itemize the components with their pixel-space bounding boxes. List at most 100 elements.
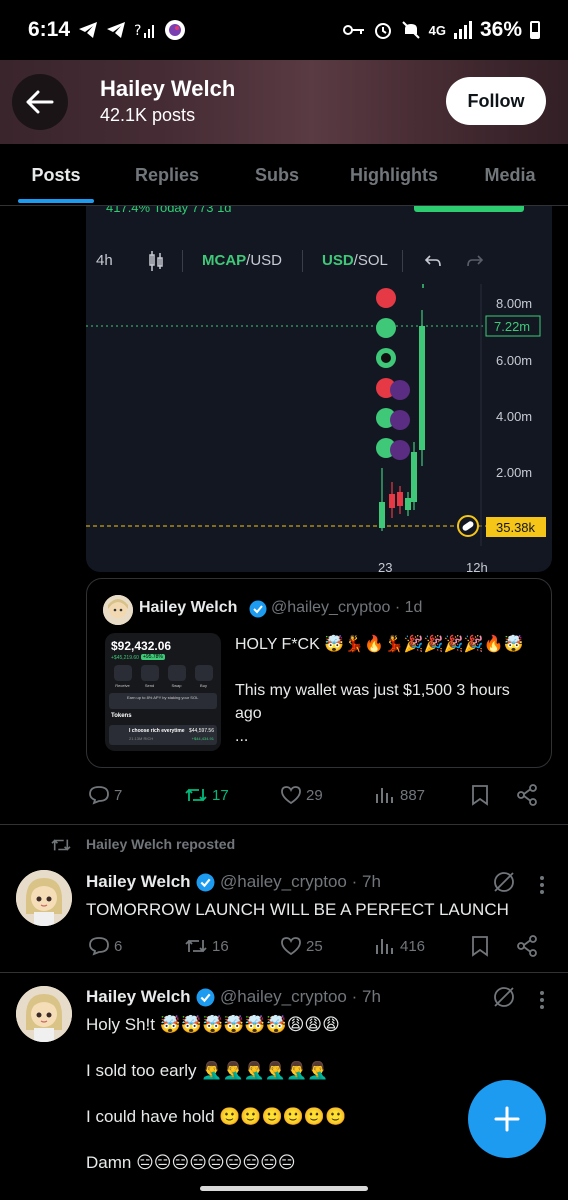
plus-icon [494,1106,520,1132]
wallet-action-label: Receive [115,683,130,688]
quoted-post-text: HOLY F*CK 🤯💃🔥💃🎉🎉🎉🎉🔥🤯 This my wallet was … [235,633,535,748]
battery-percent: 36% [479,18,522,41]
author-name[interactable]: Hailey Welch [86,987,191,1007]
views-count: 887 [400,786,426,804]
post-text: TOMORROW LAUNCH WILL BE A PERFECT LAUNCH [86,900,509,919]
active-tab-indicator [18,199,94,203]
like-button[interactable]: 25 [280,936,323,956]
reply-count: 6 [114,937,123,955]
compose-post-button[interactable] [468,1080,546,1158]
wallet-total: $92,432.06 [111,639,172,653]
share-icon[interactable] [516,784,538,806]
avatar[interactable] [103,595,133,625]
wallet-promo: Earn up to 8% APY by staking your SOL [109,693,217,709]
chef-hat-marker-icon [376,288,396,308]
x-tick: 23 [378,560,392,572]
quoted-post-line: This my wallet was just $1,500 3 hours a… [235,682,510,722]
share-icon[interactable] [516,935,538,957]
candle-body [389,494,395,508]
like-button[interactable]: 29 [280,785,323,805]
network-type: 4G [428,22,446,38]
wallet-action: Receive [113,665,132,688]
candle-body [419,326,425,450]
tab-media[interactable]: Media [474,144,546,206]
signal-question-icon: ? [134,23,155,39]
candle-body [405,498,411,510]
wallet-action: Send [140,665,159,688]
tab-replies[interactable]: Replies [126,144,208,206]
key-icon [342,25,364,35]
heart-icon [281,786,301,805]
wallet-token-change: +$44,434.91 [191,736,214,741]
signal-icon [453,21,472,39]
price-tick: 6.00m [496,353,532,368]
wallet-action: Buy [194,665,213,688]
repost-button[interactable]: 17 [184,785,229,805]
avatar-illustration [16,986,72,1042]
quoted-post-line: HOLY F*CK 🤯💃🔥💃🎉🎉🎉🎉🔥🤯 [235,636,524,653]
status-time: 6:14 [28,18,71,41]
views-count: 416 [400,937,426,955]
post-text: Holy Sh!t 🤯🤯🤯🤯🤯🤯😩😩😩 I sold too early 🤦‍♂… [86,1013,526,1174]
candle-body [379,502,385,528]
repost-button[interactable]: 16 [184,936,229,956]
quoted-author-name[interactable]: Hailey Welch [139,599,237,617]
dot-marker-center [381,353,391,363]
post-actions: 7 17 29 887 [88,780,548,810]
status-bar: 6:14 ? 4G 36% [0,0,568,60]
wallet-screenshot-thumbnail[interactable]: $92,432.06 +$45,219.60 +95.78% Receive S… [105,633,221,751]
views-button[interactable]: 416 [374,936,425,956]
wallet-token-name: I choose rich everytime [129,728,185,734]
post-divider [0,972,568,973]
tab-highlights[interactable]: Highlights [340,144,448,206]
avatar-marker-icon [390,440,410,460]
current-price-label: 7.22m [494,319,530,334]
avatar-marker-icon [376,318,396,338]
reply-button[interactable]: 6 [88,936,122,956]
author-handle[interactable]: @hailey_cryptoo · 7h [220,987,381,1007]
wallet-tokens-label: Tokens [111,713,132,719]
repost-count: 16 [212,937,229,955]
reply-count: 7 [114,786,123,804]
wallet-action: Swap [167,665,186,688]
candle-body [397,492,403,506]
grok-icon[interactable] [492,985,516,1009]
more-options-icon[interactable] [540,876,544,894]
follow-button[interactable]: Follow [446,77,546,125]
repost-count: 17 [212,786,229,804]
reply-button[interactable]: 7 [88,785,122,805]
heart-icon [281,937,301,956]
more-options-icon[interactable] [540,991,544,1009]
tab-posts[interactable]: Posts [18,144,94,206]
price-tick: 4.00m [496,409,532,424]
bookmark-icon[interactable] [470,935,490,957]
views-icon [376,939,393,954]
avatar[interactable] [16,986,72,1042]
post-text-line: Holy Sh!t 🤯🤯🤯🤯🤯🤯😩😩😩 [86,1015,340,1034]
verified-badge-icon [249,600,267,618]
avatar-marker-icon [390,410,410,430]
wallet-action-label: Buy [200,683,207,688]
grok-icon[interactable] [492,870,516,894]
back-button[interactable] [12,74,68,130]
like-count: 29 [306,786,323,804]
author-name[interactable]: Hailey Welch [86,872,191,892]
avatar[interactable] [16,870,72,926]
author-handle[interactable]: @hailey_cryptoo · 7h [220,872,381,892]
app-notification-icon [165,20,186,40]
avatar-illustration [16,870,72,926]
views-button[interactable]: 887 [374,785,425,805]
repost-label[interactable]: Hailey Welch reposted [86,836,235,852]
verified-badge-icon [196,873,215,892]
quoted-author-handle[interactable]: @hailey_cryptoo · 1d [271,599,422,617]
bookmark-icon[interactable] [470,784,490,806]
tab-subs[interactable]: Subs [246,144,308,206]
chart-image[interactable]: 417.4% Today 773 1d 4h MCAP/USD USD/SOL … [86,206,552,572]
post-text-line: Damn 😑😑😑😑😑😑😑😑😑 [86,1153,296,1172]
home-indicator[interactable] [200,1186,368,1191]
post-actions: 6 16 25 416 [88,931,548,961]
quoted-post[interactable]: Hailey Welch @hailey_cryptoo · 1d $92,43… [86,578,552,768]
candlestick-chart: 8.00m 6.00m 4.00m 2.00m 7.22m 35.38k 23 … [86,284,546,572]
battery-icon [530,21,540,39]
alarm-icon [374,23,391,39]
